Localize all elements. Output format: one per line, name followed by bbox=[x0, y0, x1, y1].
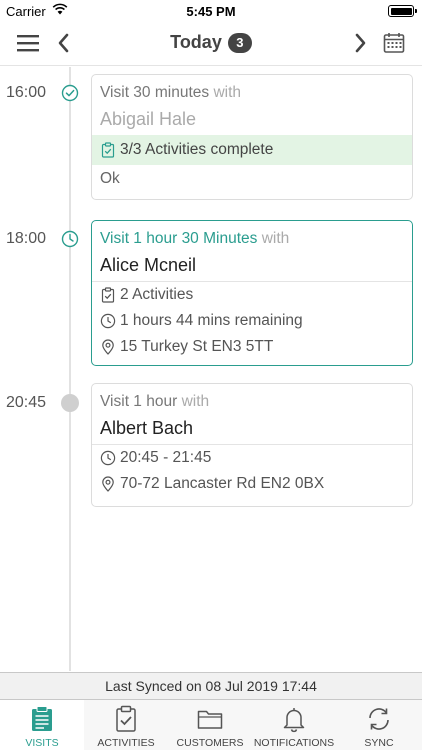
visit-card[interactable]: Visit 1 hour with Albert Bach 20:45 - 21… bbox=[91, 383, 413, 507]
clock-icon bbox=[61, 230, 79, 248]
visit-time-label: 18:00 bbox=[6, 230, 47, 247]
upcoming-dot-icon bbox=[61, 394, 79, 412]
status-time: 5:45 PM bbox=[186, 4, 236, 19]
tab-label: SYNC bbox=[364, 737, 394, 749]
address-row[interactable]: 70-72 Lancaster Rd EN2 0BX bbox=[92, 471, 412, 497]
folder-icon bbox=[197, 710, 223, 729]
calendar-icon[interactable] bbox=[382, 31, 406, 55]
tab-notifications[interactable]: NOTIFICATIONS bbox=[252, 700, 336, 750]
tab-label: ACTIVITIES bbox=[97, 737, 155, 749]
visit-card-active[interactable]: Visit 1 hour 30 Minutes with Alice Mcnei… bbox=[91, 220, 413, 366]
remaining-time-text: 1 hours 44 mins remaining bbox=[120, 312, 303, 329]
visit-time-label: 16:00 bbox=[6, 84, 47, 101]
map-pin-icon bbox=[102, 339, 114, 355]
time-range-text: 20:45 - 21:45 bbox=[120, 449, 212, 466]
last-synced-bar: Last Synced on 08 Jul 2019 17:44 bbox=[0, 672, 422, 700]
check-circle-icon bbox=[61, 84, 79, 102]
sync-icon bbox=[369, 708, 389, 730]
tab-label: NOTIFICATIONS bbox=[253, 737, 335, 749]
clock-icon bbox=[100, 313, 116, 329]
tab-label: CUSTOMERS bbox=[176, 737, 244, 749]
visit-note: Ok bbox=[100, 170, 120, 187]
bell-icon bbox=[283, 708, 305, 733]
address-text: 15 Turkey St EN3 5TT bbox=[120, 338, 274, 355]
tab-sync[interactable]: SYNC bbox=[336, 700, 422, 750]
remaining-time-row: 1 hours 44 mins remaining bbox=[92, 308, 412, 334]
clipboard-check-icon bbox=[101, 142, 115, 158]
time-range-row: 20:45 - 21:45 bbox=[92, 445, 412, 471]
tab-visits[interactable]: VISITS bbox=[0, 700, 84, 750]
visit-time-label: 20:45 bbox=[6, 394, 47, 411]
visit-duration: Visit 30 minutes with bbox=[100, 84, 242, 101]
clipboard-check-icon bbox=[101, 287, 115, 303]
map-pin-icon bbox=[102, 476, 114, 492]
address-row[interactable]: 15 Turkey St EN3 5TT bbox=[92, 334, 412, 360]
clipboard-check-icon bbox=[116, 705, 136, 732]
timeline-line bbox=[69, 67, 71, 671]
battery-icon bbox=[388, 5, 417, 17]
visit-duration: Visit 1 hour 30 Minutes with bbox=[100, 230, 290, 247]
activities-complete-row[interactable]: 3/3 Activities complete bbox=[92, 135, 412, 165]
visit-count-badge: 3 bbox=[227, 32, 252, 53]
clipboard-list-icon bbox=[32, 706, 52, 731]
customer-name: Albert Bach bbox=[100, 418, 194, 438]
nav-header: Today 3 bbox=[0, 22, 422, 66]
customer-name: Abigail Hale bbox=[100, 109, 197, 129]
activities-row[interactable]: 2 Activities bbox=[92, 282, 412, 308]
customer-name: Alice Mcneil bbox=[100, 255, 197, 275]
activities-complete-text: 3/3 Activities complete bbox=[120, 141, 274, 158]
visit-card[interactable]: Visit 30 minutes with Abigail Hale 3/3 A… bbox=[91, 74, 413, 200]
visit-duration: Visit 1 hour with bbox=[100, 393, 210, 410]
tab-bar: VISITS ACTIVITIES CUSTOMERS NOTIFICATION… bbox=[0, 700, 422, 750]
address-text: 70-72 Lancaster Rd EN2 0BX bbox=[120, 475, 325, 492]
clock-icon bbox=[100, 450, 116, 466]
status-bar: Carrier 5:45 PM bbox=[0, 0, 422, 22]
next-day-chevron-icon[interactable] bbox=[350, 31, 370, 55]
tab-customers[interactable]: CUSTOMERS bbox=[168, 700, 252, 750]
tab-activities[interactable]: ACTIVITIES bbox=[84, 700, 168, 750]
tab-label: VISITS bbox=[25, 737, 59, 749]
activities-text: 2 Activities bbox=[120, 286, 194, 303]
page-title: Today bbox=[170, 32, 222, 52]
